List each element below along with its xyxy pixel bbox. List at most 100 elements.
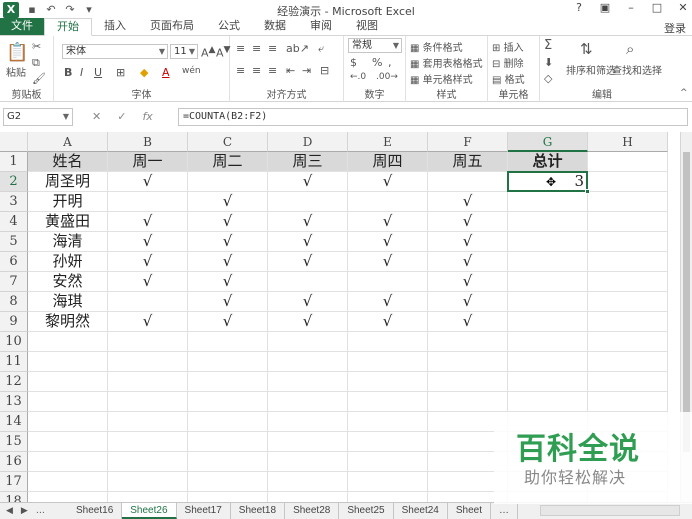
cell-C5[interactable]: √: [188, 232, 268, 252]
column-header-G[interactable]: G: [508, 132, 588, 152]
cell-C6[interactable]: √: [188, 252, 268, 272]
cell-A15[interactable]: [28, 432, 108, 452]
cell-B3[interactable]: [108, 192, 188, 212]
cell-F4[interactable]: √: [428, 212, 508, 232]
cell-E9[interactable]: √: [348, 312, 428, 332]
column-header-B[interactable]: B: [108, 132, 188, 152]
sheet-tab-sheet28[interactable]: Sheet28: [285, 503, 340, 519]
row-header-18[interactable]: 18: [0, 492, 28, 502]
cell-B12[interactable]: [108, 372, 188, 392]
cell-G3[interactable]: [508, 192, 588, 212]
cell-E10[interactable]: [348, 332, 428, 352]
column-header-F[interactable]: F: [428, 132, 508, 152]
cell-C18[interactable]: [188, 492, 268, 502]
cell-D9[interactable]: √: [268, 312, 348, 332]
cell-A12[interactable]: [28, 372, 108, 392]
align-middle-icon[interactable]: ≡: [252, 42, 261, 55]
sheet-tab-sheet16[interactable]: Sheet16: [68, 503, 123, 519]
row-header-15[interactable]: 15: [0, 432, 28, 452]
cell-D3[interactable]: [268, 192, 348, 212]
cell-H4[interactable]: [588, 212, 668, 232]
redo-icon[interactable]: ↷: [63, 3, 77, 16]
more-sheets-icon[interactable]: …: [36, 506, 45, 516]
cell-C7[interactable]: √: [188, 272, 268, 292]
decrease-decimal-icon[interactable]: .00→: [376, 72, 398, 82]
cell-H9[interactable]: [588, 312, 668, 332]
cut-icon[interactable]: ✂: [32, 40, 41, 53]
cell-A16[interactable]: [28, 452, 108, 472]
cell-C3[interactable]: √: [188, 192, 268, 212]
fill-icon[interactable]: ⬇: [544, 56, 553, 69]
cell-B15[interactable]: [108, 432, 188, 452]
cell-B2[interactable]: √: [108, 172, 188, 192]
row-header-2[interactable]: 2: [0, 172, 28, 192]
align-bottom-icon[interactable]: ≡: [268, 42, 277, 55]
clear-icon[interactable]: ◇: [544, 72, 552, 85]
undo-icon[interactable]: ↶: [44, 3, 58, 16]
cell-A17[interactable]: [28, 472, 108, 492]
phonetic-icon[interactable]: wén: [182, 66, 201, 76]
underline-icon[interactable]: U: [94, 66, 102, 79]
cell-styles-button[interactable]: ▦ 单元格样式: [410, 71, 473, 86]
shrink-font-icon[interactable]: A▼: [216, 44, 231, 60]
cell-E11[interactable]: [348, 352, 428, 372]
cell-A6[interactable]: 孙妍: [28, 252, 108, 272]
sheet-tab-sheet18[interactable]: Sheet18: [231, 503, 286, 519]
cell-G8[interactable]: [508, 292, 588, 312]
cell-H7[interactable]: [588, 272, 668, 292]
autosum-icon[interactable]: Σ: [544, 38, 552, 53]
cell-B9[interactable]: √: [108, 312, 188, 332]
cell-D16[interactable]: [268, 452, 348, 472]
format-as-table-button[interactable]: ▦ 套用表格格式: [410, 55, 483, 70]
cell-A2[interactable]: 周圣明: [28, 172, 108, 192]
grow-font-icon[interactable]: A▲: [201, 44, 216, 60]
cell-F13[interactable]: [428, 392, 508, 412]
cell-G6[interactable]: [508, 252, 588, 272]
cell-E18[interactable]: [348, 492, 428, 502]
row-header-9[interactable]: 9: [0, 312, 28, 332]
tab-7[interactable]: 视图: [344, 18, 390, 35]
cell-D12[interactable]: [268, 372, 348, 392]
cell-A3[interactable]: 开明: [28, 192, 108, 212]
cell-E4[interactable]: √: [348, 212, 428, 232]
row-header-7[interactable]: 7: [0, 272, 28, 292]
font-size-select[interactable]: 11 ▼: [170, 44, 198, 59]
tab-1[interactable]: 开始: [44, 18, 92, 36]
tab-0[interactable]: 文件: [0, 18, 44, 35]
tab-6[interactable]: 审阅: [298, 18, 344, 35]
font-name-select[interactable]: 宋体 ▼: [62, 44, 168, 59]
cell-C11[interactable]: [188, 352, 268, 372]
column-header-H[interactable]: H: [588, 132, 668, 152]
cell-C4[interactable]: √: [188, 212, 268, 232]
close-icon[interactable]: ✕: [676, 1, 690, 14]
minimize-icon[interactable]: –: [624, 1, 638, 14]
find-select-icon[interactable]: ⌕: [626, 40, 634, 58]
cell-B11[interactable]: [108, 352, 188, 372]
row-header-3[interactable]: 3: [0, 192, 28, 212]
currency-icon[interactable]: $: [350, 56, 357, 69]
scrollbar-thumb[interactable]: [683, 152, 690, 452]
row-header-13[interactable]: 13: [0, 392, 28, 412]
login-link[interactable]: 登录: [664, 20, 686, 36]
cell-D1[interactable]: 周三: [268, 152, 348, 172]
cell-G5[interactable]: [508, 232, 588, 252]
cell-A4[interactable]: 黄盛田: [28, 212, 108, 232]
cell-F8[interactable]: √: [428, 292, 508, 312]
cell-G11[interactable]: [508, 352, 588, 372]
cell-B16[interactable]: [108, 452, 188, 472]
orientation-icon[interactable]: ab↗: [286, 42, 309, 55]
row-header-5[interactable]: 5: [0, 232, 28, 252]
cell-G13[interactable]: [508, 392, 588, 412]
cell-A18[interactable]: [28, 492, 108, 502]
more-sheets-icon[interactable]: …: [491, 503, 518, 519]
cell-C9[interactable]: √: [188, 312, 268, 332]
cell-F3[interactable]: √: [428, 192, 508, 212]
cell-D18[interactable]: [268, 492, 348, 502]
sort-filter-button[interactable]: 排序和筛选: [566, 62, 616, 77]
cell-C1[interactable]: 周二: [188, 152, 268, 172]
insert-cells-button[interactable]: ⊞ 插入: [492, 39, 524, 54]
cell-D11[interactable]: [268, 352, 348, 372]
cell-A11[interactable]: [28, 352, 108, 372]
cell-A14[interactable]: [28, 412, 108, 432]
cell-B17[interactable]: [108, 472, 188, 492]
